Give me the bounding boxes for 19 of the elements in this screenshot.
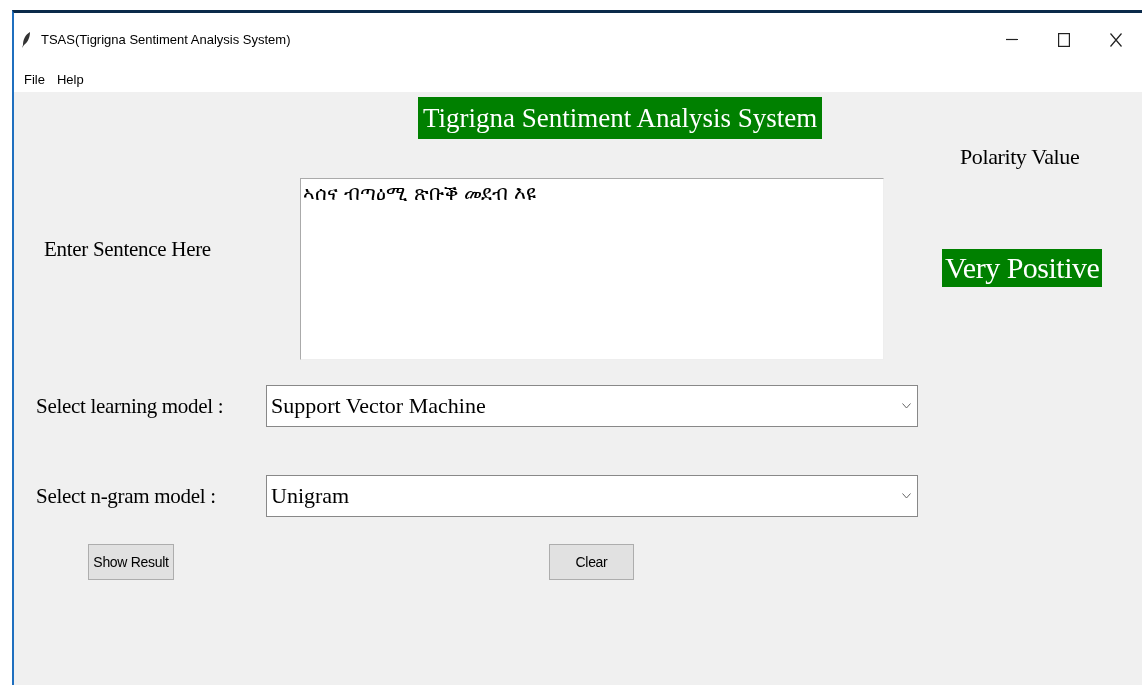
feather-icon bbox=[22, 31, 31, 48]
menu-item[interactable]: Help bbox=[56, 71, 84, 87]
sentence-field[interactable]: ኣሰና ብጣዕሚ ጽቡቕ መደብ እዩ bbox=[300, 178, 884, 360]
field-label: Enter Sentence Here bbox=[43, 237, 212, 262]
select-label: Select n-gram model : bbox=[35, 483, 217, 509]
app-header: Tigrigna Sentiment Analysis System bbox=[418, 97, 823, 139]
clear-button[interactable]: Clear bbox=[549, 544, 634, 580]
close-icon[interactable] bbox=[1110, 32, 1122, 47]
polarity-result: Very Positive bbox=[942, 249, 1103, 287]
model-dropdown[interactable]: Support Vector Machine bbox=[266, 385, 918, 427]
show-result-button[interactable]: Show Result bbox=[88, 544, 174, 580]
select-label: Select learning model : bbox=[35, 393, 225, 419]
model-dropdown[interactable]: Unigram bbox=[266, 475, 918, 517]
polarity-label: Polarity Value bbox=[960, 144, 1080, 170]
chevron-down-icon bbox=[902, 493, 911, 499]
window-title: TSAS(Tigrigna Sentiment Analysis System) bbox=[41, 32, 292, 47]
menu-item[interactable]: File bbox=[24, 71, 45, 87]
chevron-down-icon bbox=[902, 403, 911, 409]
maximize-icon[interactable] bbox=[1058, 32, 1070, 47]
